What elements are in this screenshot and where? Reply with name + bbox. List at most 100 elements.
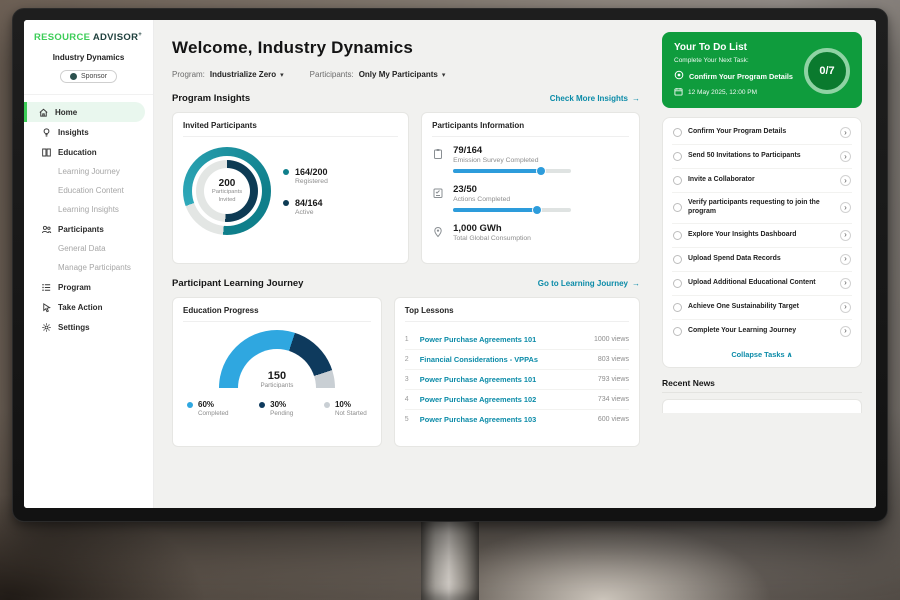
chevron-right-icon[interactable]: ›: [840, 302, 851, 313]
stat-actions-completed: 23/50 Actions Completed: [432, 184, 629, 212]
chevron-glyph: ›: [844, 231, 847, 239]
sidebar-item-program[interactable]: Program: [24, 277, 145, 297]
chevron-down-icon: ▾: [280, 71, 284, 79]
chevron-glyph: ›: [844, 153, 847, 161]
program-dropdown[interactable]: Program: Industrialize Zero ▾: [172, 70, 284, 79]
task-label: Upload Additional Educational Content: [688, 279, 834, 288]
section-title: Participant Learning Journey: [172, 278, 303, 289]
chevron-right-icon[interactable]: ›: [840, 326, 851, 337]
education-progress-card: Education Progress 150 Participants: [172, 297, 382, 447]
chevron-right-icon[interactable]: ›: [840, 175, 851, 186]
progress-bar: [453, 208, 571, 212]
chevron-right-icon[interactable]: ›: [840, 230, 851, 241]
settings-gear-icon: [41, 322, 52, 333]
lesson-link[interactable]: Power Purchase Agreements 101: [420, 375, 591, 384]
task-row[interactable]: Explore Your Insights Dashboard ›: [672, 224, 852, 248]
task-checkbox[interactable]: [673, 203, 682, 212]
lesson-link[interactable]: Power Purchase Agreements 101: [420, 335, 587, 344]
sidebar-item-manage-participants[interactable]: Manage Participants: [24, 258, 145, 277]
task-row[interactable]: Upload Additional Educational Content ›: [672, 272, 852, 296]
sidebar-item-label: Participants: [58, 225, 104, 234]
sidebar-item-participants[interactable]: Participants: [24, 219, 145, 239]
lesson-link[interactable]: Power Purchase Agreements 103: [420, 415, 591, 424]
logo-secondary: ADVISOR: [93, 32, 138, 43]
chevron-up-icon: ∧: [787, 350, 793, 359]
participants-information-card: Participants Information 79/164 Emission…: [421, 112, 640, 264]
task-checkbox[interactable]: [673, 128, 682, 137]
sidebar-item-learning-journey[interactable]: Learning Journey: [24, 162, 145, 181]
lesson-link[interactable]: Power Purchase Agreements 102: [420, 395, 591, 404]
task-label: Upload Spend Data Records: [688, 255, 834, 264]
lesson-link[interactable]: Financial Considerations - VPPAs: [420, 355, 591, 364]
todo-column: Your To Do List Complete Your Next Task:…: [652, 20, 876, 508]
lesson-views: 803 views: [598, 356, 629, 363]
legend-item-active: 84/164 Active: [283, 198, 328, 216]
task-checkbox[interactable]: [673, 303, 682, 312]
stat-label: Emission Survey Completed: [453, 157, 571, 164]
lesson-row: 3 Power Purchase Agreements 101 793 view…: [405, 370, 629, 390]
chevron-down-icon: ▾: [442, 71, 446, 79]
sidebar-item-settings[interactable]: Settings: [24, 317, 145, 337]
participants-dropdown[interactable]: Participants: Only My Participants ▾: [310, 70, 446, 79]
org-block: Industry Dynamics Sponsor: [24, 49, 153, 95]
progress-dot: [533, 206, 541, 214]
stat-label: Total Global Consumption: [453, 235, 531, 242]
progress-bar: [453, 169, 571, 173]
sidebar-item-home[interactable]: Home: [24, 102, 145, 122]
arrow-right-icon: →: [632, 279, 640, 288]
stat-emission-survey: 79/164 Emission Survey Completed: [432, 145, 629, 173]
go-to-learning-journey-link[interactable]: Go to Learning Journey →: [538, 279, 640, 288]
task-row[interactable]: Invite a Collaborator ›: [672, 169, 852, 193]
sidebar-item-label: Education: [58, 148, 97, 157]
sidebar-item-label: Insights: [58, 128, 89, 137]
filters-row: Program: Industrialize Zero ▾ Participan…: [172, 70, 640, 79]
gauge-value: 150: [219, 370, 335, 382]
lesson-row: 4 Power Purchase Agreements 102 734 view…: [405, 390, 629, 410]
collapse-tasks-button[interactable]: Collapse Tasks ∧: [672, 343, 852, 363]
monitor-screen: RESOURCE ADVISOR+ Industry Dynamics Spon…: [24, 20, 876, 508]
sidebar-item-take-action[interactable]: Take Action: [24, 297, 145, 317]
sidebar-item-education[interactable]: Education: [24, 142, 145, 162]
progress-dot: [537, 167, 545, 175]
stat-value: 23/50: [453, 184, 571, 195]
task-checkbox[interactable]: [673, 327, 682, 336]
chevron-right-icon[interactable]: ›: [840, 127, 851, 138]
lesson-rank: 2: [405, 356, 413, 363]
sidebar-item-general-data[interactable]: General Data: [24, 239, 145, 258]
card-title: Participants Information: [432, 121, 629, 137]
task-row[interactable]: Send 50 Invitations to Participants ›: [672, 145, 852, 169]
task-row[interactable]: Verify participants requesting to join t…: [672, 193, 852, 224]
legend-dot-completed: [187, 402, 193, 408]
task-row[interactable]: Complete Your Learning Journey ›: [672, 320, 852, 343]
card-title: Invited Participants: [183, 121, 398, 137]
sidebar: RESOURCE ADVISOR+ Industry Dynamics Spon…: [24, 20, 154, 508]
sidebar-item-insights[interactable]: Insights: [24, 122, 145, 142]
chevron-right-icon[interactable]: ›: [840, 278, 851, 289]
chevron-glyph: ›: [844, 279, 847, 287]
legend-dot-not-started: [324, 402, 330, 408]
chevron-right-icon[interactable]: ›: [840, 254, 851, 265]
checklist-icon: [432, 184, 445, 212]
task-row[interactable]: Achieve One Sustainability Target ›: [672, 296, 852, 320]
task-checkbox[interactable]: [673, 255, 682, 264]
main-column: Welcome, Industry Dynamics Program: Indu…: [154, 20, 652, 508]
gauge-label: Participants: [219, 382, 335, 388]
task-row[interactable]: Confirm Your Program Details ›: [672, 121, 852, 145]
task-checkbox[interactable]: [673, 231, 682, 240]
lesson-row: 5 Power Purchase Agreements 103 600 view…: [405, 410, 629, 429]
task-label: Explore Your Insights Dashboard: [688, 231, 834, 240]
sidebar-item-label: Take Action: [58, 303, 102, 312]
stat-value: 1,000 GWh: [453, 223, 531, 234]
task-checkbox[interactable]: [673, 176, 682, 185]
check-more-insights-link[interactable]: Check More Insights →: [550, 94, 640, 103]
task-checkbox[interactable]: [673, 152, 682, 161]
task-checkbox[interactable]: [673, 279, 682, 288]
card-title: Education Progress: [183, 306, 371, 322]
sidebar-item-label: Education Content: [58, 186, 124, 195]
chevron-right-icon[interactable]: ›: [840, 202, 851, 213]
sidebar-item-education-content[interactable]: Education Content: [24, 181, 145, 200]
chevron-right-icon[interactable]: ›: [840, 151, 851, 162]
todo-next-task-label: Confirm Your Program Details: [689, 72, 793, 81]
task-row[interactable]: Upload Spend Data Records ›: [672, 248, 852, 272]
sidebar-item-learning-insights[interactable]: Learning Insights: [24, 200, 145, 219]
